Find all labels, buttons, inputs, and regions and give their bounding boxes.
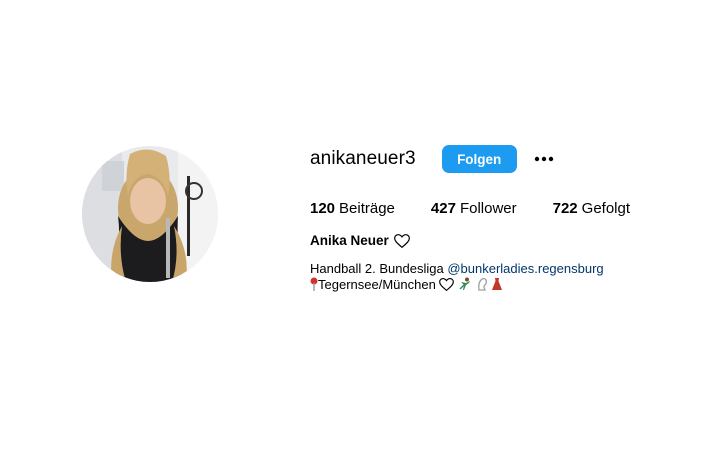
stat-count: 722 xyxy=(552,200,578,217)
pin-icon xyxy=(310,277,318,295)
heart-outline-icon xyxy=(439,278,455,295)
bio-mention-link[interactable]: @bunkerladies.regensburg xyxy=(447,261,603,276)
stat-label: Follower xyxy=(459,200,517,217)
stat-label: Beiträge xyxy=(339,200,395,217)
bio-line-1: Handball 2. Bundesliga @bunkerladies.reg… xyxy=(310,261,690,277)
more-options-icon[interactable] xyxy=(533,148,555,170)
follow-button[interactable]: Folgen xyxy=(441,145,517,173)
profile-info: anikaneuer3 Folgen 120 Beiträge 427 Foll… xyxy=(310,142,690,295)
heart-outline-icon xyxy=(393,233,410,248)
avatar-photo xyxy=(82,146,218,282)
full-name: Anika Neuer xyxy=(310,233,389,248)
bio-line-2: Tegernsee/München xyxy=(310,277,690,295)
bio-text: Handball 2. Bundesliga xyxy=(310,261,444,276)
dancer-icon xyxy=(458,277,473,295)
profile-page: anikaneuer3 Folgen 120 Beiträge 427 Foll… xyxy=(0,0,720,471)
stat-followers[interactable]: 427 Follower xyxy=(431,200,517,217)
full-name-row: Anika Neuer xyxy=(310,233,690,248)
stat-count: 120 xyxy=(310,200,336,217)
stat-posts: 120 Beiträge xyxy=(310,200,395,217)
profile-header-row: anikaneuer3 Folgen xyxy=(310,142,690,176)
bio-location: Tegernsee/München xyxy=(318,277,436,292)
ghost-icon xyxy=(477,277,488,295)
username: anikaneuer3 xyxy=(310,148,416,169)
bio: Handball 2. Bundesliga @bunkerladies.reg… xyxy=(310,261,690,295)
stat-count: 427 xyxy=(430,200,456,217)
stat-label: Gefolgt xyxy=(581,200,631,217)
avatar[interactable] xyxy=(82,146,218,282)
profile-stats: 120 Beiträge 427 Follower 722 Gefolgt xyxy=(310,200,690,217)
dress-icon xyxy=(491,277,503,295)
stat-following[interactable]: 722 Gefolgt xyxy=(553,200,630,217)
